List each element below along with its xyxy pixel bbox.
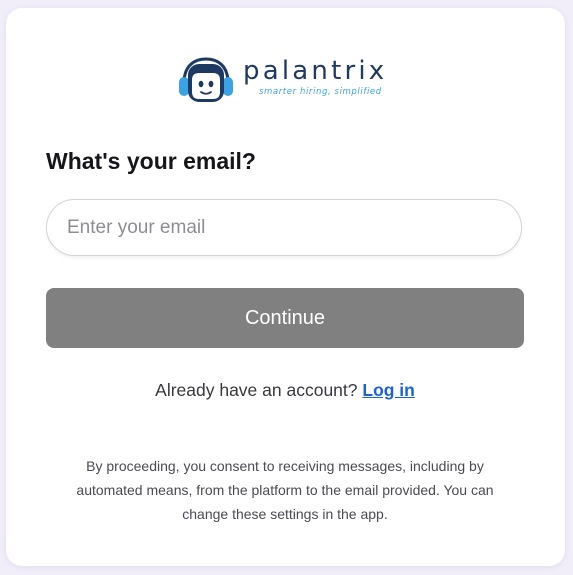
account-prompt-line: Already have an account? Log in — [46, 379, 524, 401]
consent-notice: By proceeding, you consent to receiving … — [46, 454, 524, 526]
signup-card: palantrix smarter hiring, simplified Wha… — [6, 8, 565, 566]
continue-button[interactable]: Continue — [46, 288, 524, 348]
consent-line: change these settings in the app. — [182, 506, 388, 522]
account-prompt-text: Already have an account? — [155, 380, 363, 400]
page-title: What's your email? — [46, 148, 256, 174]
login-link[interactable]: Log in — [362, 380, 414, 400]
consent-line: By proceeding, you consent to receiving … — [86, 458, 484, 474]
consent-line: automated means, from the platform to th… — [76, 482, 494, 498]
robot-headset-icon — [179, 57, 233, 102]
brand-tagline: smarter hiring, simplified — [259, 87, 382, 97]
brand-name: palantrix — [243, 56, 388, 86]
email-field[interactable] — [46, 199, 522, 256]
brand-logo: palantrix smarter hiring, simplified — [176, 56, 406, 108]
